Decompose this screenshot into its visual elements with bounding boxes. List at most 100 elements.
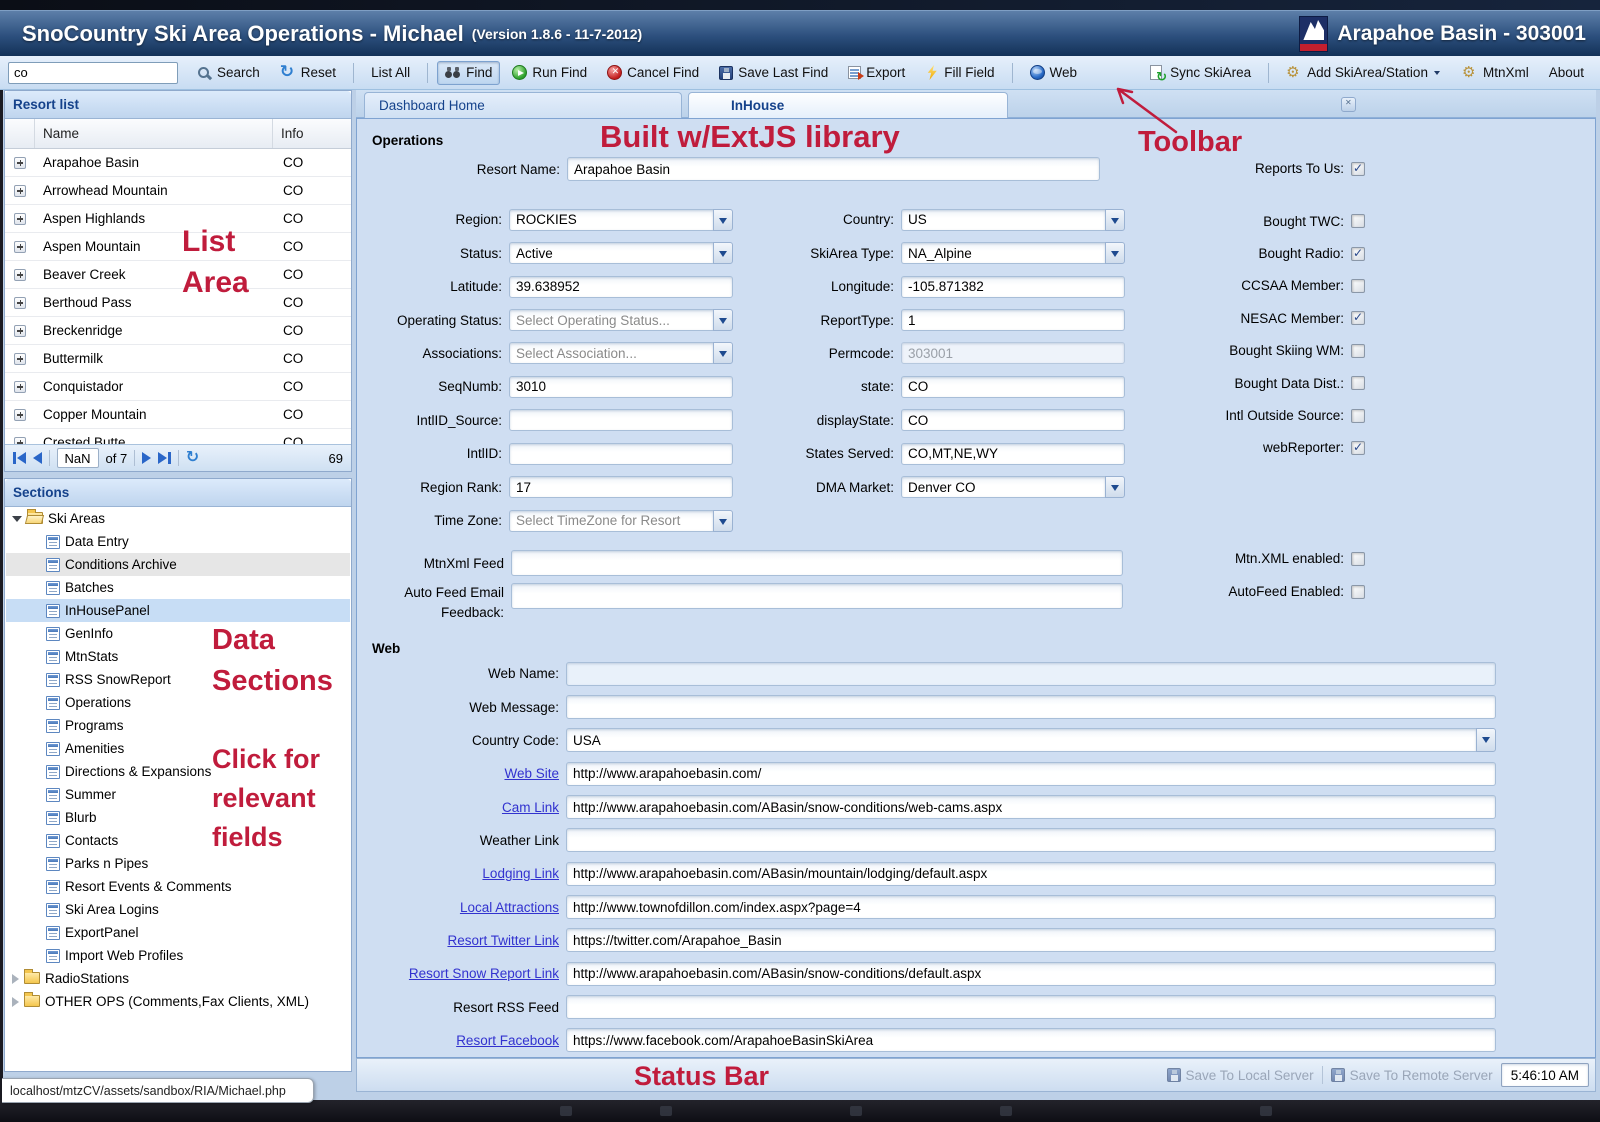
sidebar-item-parks-n-pipes[interactable]: Parks n Pipes bbox=[6, 852, 350, 875]
sidebar-item-conditions-archive[interactable]: Conditions Archive bbox=[6, 553, 350, 576]
sidebar-item-other-ops-comments-fax-clients-xml[interactable]: OTHER OPS (Comments,Fax Clients, XML) bbox=[6, 990, 350, 1013]
sidebar-item-batches[interactable]: Batches bbox=[6, 576, 350, 599]
caret-collapsed-icon[interactable] bbox=[12, 997, 19, 1007]
sidebar-item-blurb[interactable]: Blurb bbox=[6, 806, 350, 829]
table-row[interactable]: Berthoud PassCO bbox=[5, 289, 351, 317]
table-row[interactable]: ButtermilkCO bbox=[5, 345, 351, 373]
toolbar-button-add-skiarea-station[interactable]: Add SkiArea/Station bbox=[1278, 61, 1450, 85]
combo-value-dma-market[interactable]: Denver CO bbox=[901, 476, 1105, 498]
link-resort-snow-report-link[interactable]: Resort Snow Report Link bbox=[367, 966, 566, 981]
mtnxml-enabled-checkbox[interactable] bbox=[1351, 552, 1365, 566]
combo-trigger-icon[interactable] bbox=[1476, 728, 1496, 752]
input-local-attractions[interactable]: http://www.townofdillon.com/index.aspx?p… bbox=[566, 895, 1496, 919]
checkbox-bought-twc[interactable] bbox=[1351, 214, 1365, 228]
close-tab-icon[interactable] bbox=[1341, 97, 1356, 112]
sidebar-item-directions-expansions[interactable]: Directions & Expansions bbox=[6, 760, 350, 783]
sidebar-item-ski-area-logins[interactable]: Ski Area Logins bbox=[6, 898, 350, 921]
combo-trigger-icon[interactable] bbox=[1105, 476, 1125, 498]
table-row[interactable]: Aspen MountainCO bbox=[5, 233, 351, 261]
link-lodging-link[interactable]: Lodging Link bbox=[367, 866, 566, 881]
input-resort-facebook[interactable]: https://www.facebook.com/ArapahoeBasinSk… bbox=[566, 1028, 1496, 1052]
toolbar-button-export[interactable]: Export bbox=[840, 61, 913, 84]
expand-row-icon[interactable] bbox=[14, 381, 26, 393]
checkbox-nesac-member[interactable] bbox=[1351, 311, 1365, 325]
input-state[interactable]: CO bbox=[901, 376, 1125, 398]
sidebar-item-summer[interactable]: Summer bbox=[6, 783, 350, 806]
toolbar-button-mtnxml[interactable]: MtnXml bbox=[1454, 61, 1537, 85]
link-web-site[interactable]: Web Site bbox=[367, 766, 566, 781]
input-resort-twitter-link[interactable]: https://twitter.com/Arapahoe_Basin bbox=[566, 928, 1496, 952]
toolbar-button-web[interactable]: Web bbox=[1022, 61, 1086, 84]
combo-trigger-icon[interactable] bbox=[713, 510, 733, 532]
input-longitude[interactable]: -105.871382 bbox=[901, 276, 1125, 298]
toolbar-button-list-all[interactable]: List All bbox=[363, 61, 418, 84]
page-number-field[interactable]: NaN bbox=[57, 448, 99, 468]
expand-row-icon[interactable] bbox=[14, 269, 26, 281]
sidebar-item-ski-areas[interactable]: Ski Areas bbox=[6, 507, 350, 530]
checkbox-intl-outside-source[interactable] bbox=[1351, 409, 1365, 423]
checkbox-ccsaa-member[interactable] bbox=[1351, 279, 1365, 293]
toolbar-button-find[interactable]: Find bbox=[437, 61, 500, 85]
sidebar-item-data-entry[interactable]: Data Entry bbox=[6, 530, 350, 553]
sidebar-item-import-web-profiles[interactable]: Import Web Profiles bbox=[6, 944, 350, 967]
input-web-name[interactable] bbox=[566, 662, 1496, 686]
refresh-icon[interactable]: ↻ bbox=[186, 451, 199, 465]
toolbar-button-run-find[interactable]: Run Find bbox=[504, 61, 595, 84]
combo-value-status[interactable]: Active bbox=[509, 242, 713, 264]
toolbar-button-sync-skiarea[interactable]: Sync SkiArea bbox=[1141, 61, 1259, 85]
toolbar-button-fill-field[interactable]: Fill Field bbox=[917, 61, 1002, 84]
search-input[interactable] bbox=[8, 62, 178, 84]
save-to-local-server-button[interactable]: Save To Local Server bbox=[1167, 1068, 1314, 1083]
resort-name-input[interactable]: Arapahoe Basin bbox=[567, 157, 1100, 181]
table-row[interactable]: BreckenridgeCO bbox=[5, 317, 351, 345]
caret-expanded-icon[interactable] bbox=[12, 516, 22, 522]
sidebar-item-contacts[interactable]: Contacts bbox=[6, 829, 350, 852]
toolbar-button-cancel-find[interactable]: Cancel Find bbox=[599, 61, 707, 84]
expand-row-icon[interactable] bbox=[14, 213, 26, 225]
table-row[interactable]: Arapahoe BasinCO bbox=[5, 149, 351, 177]
grid-header-info[interactable]: Info bbox=[273, 119, 351, 148]
sidebar-item-inhousepanel[interactable]: InHousePanel bbox=[6, 599, 350, 622]
caret-collapsed-icon[interactable] bbox=[12, 974, 19, 984]
sidebar-item-rss-snowreport[interactable]: RSS SnowReport bbox=[6, 668, 350, 691]
toolbar-button-save-last-find[interactable]: Save Last Find bbox=[711, 61, 836, 84]
expand-row-icon[interactable] bbox=[14, 409, 26, 421]
tab-dashboard-home[interactable]: Dashboard Home bbox=[364, 92, 682, 118]
expand-row-icon[interactable] bbox=[14, 185, 26, 197]
checkbox-webreporter[interactable] bbox=[1351, 441, 1365, 455]
table-row[interactable]: Aspen HighlandsCO bbox=[5, 205, 351, 233]
checkbox-bought-radio[interactable] bbox=[1351, 247, 1365, 261]
table-row[interactable]: Arrowhead MountainCO bbox=[5, 177, 351, 205]
table-row[interactable]: ConquistadorCO bbox=[5, 373, 351, 401]
combo-value-region[interactable]: ROCKIES bbox=[509, 209, 713, 231]
input-web-site[interactable]: http://www.arapahoebasin.com/ bbox=[566, 762, 1496, 786]
input-resort-snow-report-link[interactable]: http://www.arapahoebasin.com/ABasin/snow… bbox=[566, 962, 1496, 986]
expand-row-icon[interactable] bbox=[14, 353, 26, 365]
sidebar-item-operations[interactable]: Operations bbox=[6, 691, 350, 714]
toolbar-button-about[interactable]: About bbox=[1541, 61, 1592, 84]
prev-page-button[interactable] bbox=[33, 452, 42, 464]
reports-to-us-checkbox[interactable] bbox=[1351, 162, 1365, 176]
tab-inhouse[interactable]: InHouse bbox=[688, 92, 1008, 118]
expand-row-icon[interactable] bbox=[14, 297, 26, 309]
toolbar-button-reset[interactable]: Reset bbox=[272, 61, 344, 85]
input-lodging-link[interactable]: http://www.arapahoebasin.com/ABasin/moun… bbox=[566, 862, 1496, 886]
sidebar-item-amenities[interactable]: Amenities bbox=[6, 737, 350, 760]
input-weather-link[interactable] bbox=[566, 828, 1496, 852]
mtnxml-feed-input[interactable] bbox=[511, 550, 1123, 576]
combo-value-operating-status[interactable]: Select Operating Status... bbox=[509, 309, 713, 331]
expand-row-icon[interactable] bbox=[14, 241, 26, 253]
input-states-served[interactable]: CO,MT,NE,WY bbox=[901, 443, 1125, 465]
combo-trigger-icon[interactable] bbox=[1105, 209, 1125, 231]
combo-value-country-code[interactable]: USA bbox=[566, 728, 1476, 752]
combo-value-skiarea-type[interactable]: NA_Alpine bbox=[901, 242, 1105, 264]
input-reporttype[interactable]: 1 bbox=[901, 309, 1125, 331]
next-page-button[interactable] bbox=[142, 452, 151, 464]
sidebar-item-programs[interactable]: Programs bbox=[6, 714, 350, 737]
input-resort-rss-feed[interactable] bbox=[566, 995, 1496, 1019]
sidebar-item-resort-events-comments[interactable]: Resort Events & Comments bbox=[6, 875, 350, 898]
link-resort-twitter-link[interactable]: Resort Twitter Link bbox=[367, 933, 566, 948]
combo-value-country[interactable]: US bbox=[901, 209, 1105, 231]
autofeed-enabled-checkbox[interactable] bbox=[1351, 585, 1365, 599]
toolbar-button-search[interactable]: Search bbox=[188, 61, 268, 85]
